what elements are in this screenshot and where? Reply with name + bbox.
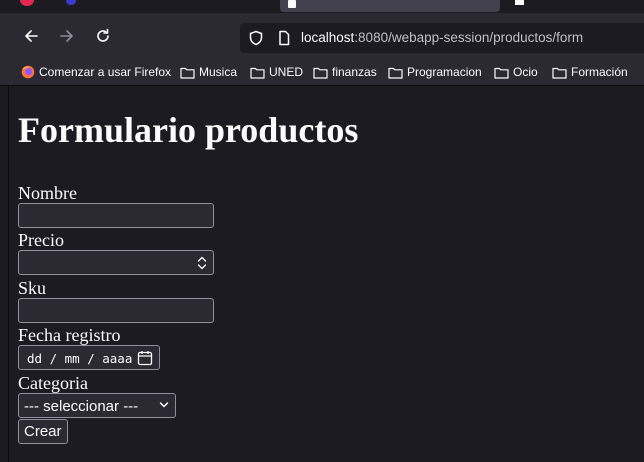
folder-icon [313,67,328,79]
page-title: Formulario productos [18,110,359,150]
date-placeholder: dd / mm / aaaa [27,351,133,366]
bookmark-label: Formación [571,65,628,79]
url-text[interactable]: localhost:8080/webapp-session/productos/… [301,30,583,45]
url-host: localhost [301,30,355,45]
page-info-icon[interactable] [276,30,292,46]
shield-icon[interactable] [248,30,264,46]
precio-label: Precio [18,230,64,250]
bookmark-comenzar-firefox[interactable]: Comenzar a usar Firefox [21,65,171,79]
bookmark-label: Programacion [407,65,482,79]
bookmark-programacion[interactable]: Programacion [388,65,482,79]
back-arrow-icon [25,30,38,42]
fecha-registro-label: Fecha registro [18,325,121,345]
bookmark-label: Ocio [513,65,538,79]
bookmark-ocio[interactable]: Ocio [494,65,538,79]
categoria-selected-option: --- seleccionar --- [24,398,139,415]
folder-icon [494,67,509,79]
precio-input[interactable] [18,250,214,275]
active-tab[interactable] [280,0,500,12]
bookmark-label: Comenzar a usar Firefox [39,65,172,79]
sku-input[interactable] [18,298,214,323]
reload-button[interactable] [94,27,112,45]
bookmarks-toolbar: Comenzar a usar Firefox Musica UNED fina… [0,60,644,86]
bookmark-finanzas[interactable]: finanzas [313,65,377,79]
page-content: Formulario productos Nombre Precio Sku F… [8,86,644,462]
tab-page-icon[interactable] [515,0,524,5]
nombre-input[interactable] [18,203,214,228]
nombre-label: Nombre [18,183,77,203]
url-path: :8080/webapp-session/productos/form [354,30,584,45]
firefox-icon [21,65,35,79]
tab-favicon[interactable] [66,0,76,5]
tab-strip [0,0,644,13]
bookmark-label: finanzas [332,65,377,79]
forward-arrow-icon [60,30,73,42]
bookmark-uned[interactable]: UNED [250,65,303,79]
address-bar[interactable]: localhost:8080/webapp-session/productos/… [240,23,644,53]
tab-page-icon [288,0,296,8]
folder-icon [250,67,265,79]
fecha-registro-input[interactable]: dd / mm / aaaa [18,345,160,370]
categoria-select[interactable]: --- seleccionar --- [18,393,176,418]
crear-button-label: Crear [24,423,62,440]
number-spinner-icon[interactable] [197,255,207,271]
back-button[interactable] [22,27,40,45]
bookmark-musica[interactable]: Musica [180,65,237,79]
bookmark-label: UNED [269,65,304,79]
reload-icon [97,28,109,42]
folder-icon [552,67,567,79]
sku-label: Sku [18,278,47,298]
firefox-tab-icon[interactable] [20,0,34,6]
folder-icon [388,67,403,79]
folder-icon [180,67,195,79]
bookmark-label: Musica [199,65,238,79]
crear-button[interactable]: Crear [18,419,68,444]
forward-button[interactable] [58,27,76,45]
bookmark-formacion[interactable]: Formación [552,65,628,79]
categoria-label: Categoria [18,373,88,393]
chevron-down-icon [159,402,169,408]
navigation-toolbar: localhost:8080/webapp-session/productos/… [0,13,644,60]
calendar-icon[interactable] [137,350,153,366]
